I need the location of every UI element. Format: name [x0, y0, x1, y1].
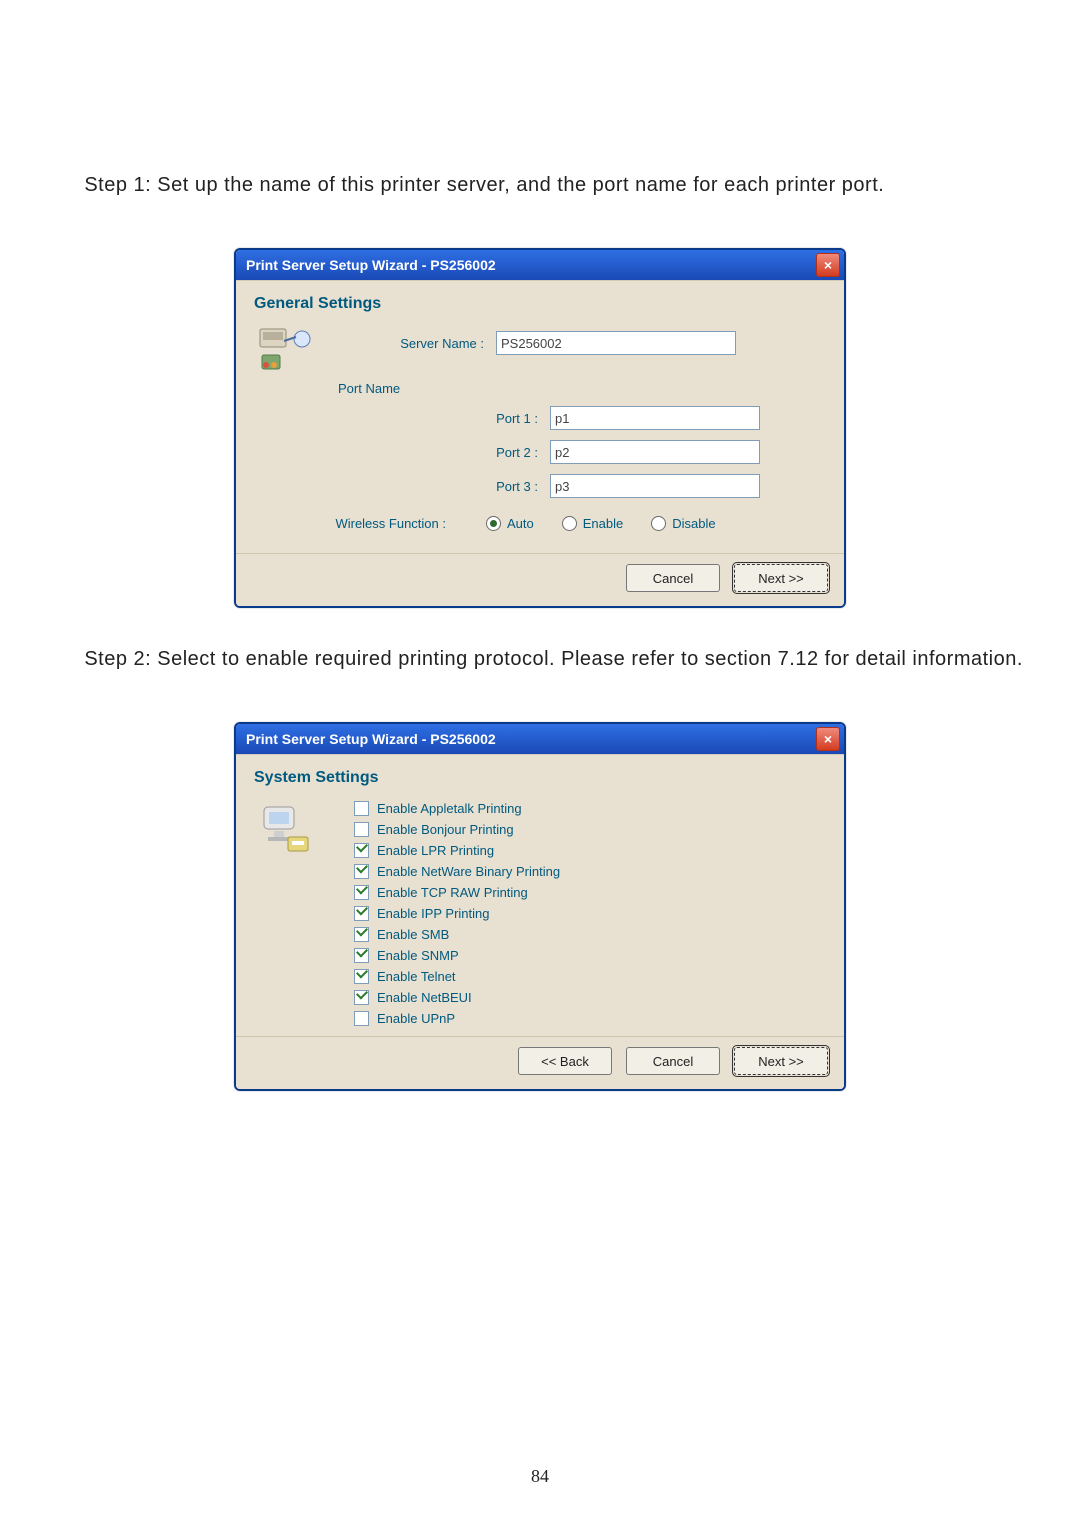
- checkbox-label: Enable NetBEUI: [377, 990, 472, 1005]
- checkbox-label: Enable IPP Printing: [377, 906, 490, 921]
- radio-option-enable[interactable]: Enable: [562, 516, 623, 531]
- radio-label-enable: Enable: [583, 516, 623, 531]
- section-title: General Settings: [236, 281, 844, 321]
- checkbox-icon: [354, 948, 369, 963]
- checkbox-item[interactable]: Enable NetBEUI: [354, 990, 560, 1005]
- checkbox-item[interactable]: Enable Telnet: [354, 969, 560, 984]
- radio-icon: [486, 516, 501, 531]
- checkbox-icon: [354, 885, 369, 900]
- checkbox-label: Enable LPR Printing: [377, 843, 494, 858]
- close-icon[interactable]: ×: [816, 253, 840, 277]
- radio-label-disable: Disable: [672, 516, 715, 531]
- checkbox-label: Enable TCP RAW Printing: [377, 885, 528, 900]
- checkbox-label: Enable UPnP: [377, 1011, 455, 1026]
- section-title: System Settings: [236, 755, 844, 795]
- checkbox-icon: [354, 864, 369, 879]
- next-button[interactable]: Next >>: [734, 1047, 828, 1075]
- checkbox-icon: [354, 927, 369, 942]
- printer-network-icon: [258, 325, 316, 373]
- page-number: 84: [0, 1466, 1080, 1487]
- checkbox-item[interactable]: Enable UPnP: [354, 1011, 560, 1026]
- next-button[interactable]: Next >>: [734, 564, 828, 592]
- checkbox-icon: [354, 822, 369, 837]
- radio-option-disable[interactable]: Disable: [651, 516, 715, 531]
- checkbox-item[interactable]: Enable NetWare Binary Printing: [354, 864, 560, 879]
- checkbox-label: Enable Bonjour Printing: [377, 822, 514, 837]
- checkbox-label: Enable Appletalk Printing: [377, 801, 522, 816]
- checkbox-icon: [354, 990, 369, 1005]
- port3-label: Port 3 :: [258, 479, 550, 494]
- dialog-panel: General Settings Server Name :: [236, 280, 844, 606]
- computer-printer-icon: [258, 801, 316, 859]
- dialog-title: Print Server Setup Wizard - PS256002: [246, 731, 496, 747]
- port1-label: Port 1 :: [258, 411, 550, 426]
- port2-label: Port 2 :: [258, 445, 550, 460]
- port3-input[interactable]: p3: [550, 474, 760, 498]
- checkbox-item[interactable]: Enable SNMP: [354, 948, 560, 963]
- close-icon[interactable]: ×: [816, 727, 840, 751]
- radio-option-auto[interactable]: Auto: [486, 516, 534, 531]
- port-name-heading: Port Name: [338, 381, 822, 396]
- step2-text: Step 2: Select to enable required printi…: [48, 644, 1032, 674]
- radio-icon: [562, 516, 577, 531]
- port1-input[interactable]: p1: [550, 406, 760, 430]
- checkbox-icon: [354, 906, 369, 921]
- checkbox-label: Enable Telnet: [377, 969, 456, 984]
- step1-text: Step 1: Set up the name of this printer …: [48, 170, 1032, 200]
- back-button[interactable]: << Back: [518, 1047, 612, 1075]
- checkbox-item[interactable]: Enable LPR Printing: [354, 843, 560, 858]
- server-name-label: Server Name :: [334, 336, 496, 351]
- checkbox-item[interactable]: Enable TCP RAW Printing: [354, 885, 560, 900]
- wizard-dialog-general: Print Server Setup Wizard - PS256002 × G…: [234, 248, 846, 608]
- radio-label-auto: Auto: [507, 516, 534, 531]
- cancel-button[interactable]: Cancel: [626, 1047, 720, 1075]
- checkbox-item[interactable]: Enable Bonjour Printing: [354, 822, 560, 837]
- wireless-label: Wireless Function :: [258, 516, 458, 531]
- dialog-panel: System Settings Enable Appletalk Printin…: [236, 754, 844, 1089]
- checkbox-label: Enable NetWare Binary Printing: [377, 864, 560, 879]
- radio-icon: [651, 516, 666, 531]
- wizard-dialog-system: Print Server Setup Wizard - PS256002 × S…: [234, 722, 846, 1091]
- checkbox-item[interactable]: Enable Appletalk Printing: [354, 801, 560, 816]
- checkbox-list: Enable Appletalk Printing Enable Bonjour …: [334, 801, 560, 1026]
- dialog-titlebar[interactable]: Print Server Setup Wizard - PS256002 ×: [236, 724, 844, 754]
- checkbox-label: Enable SMB: [377, 927, 449, 942]
- dialog-title: Print Server Setup Wizard - PS256002: [246, 257, 496, 273]
- cancel-button[interactable]: Cancel: [626, 564, 720, 592]
- checkbox-item[interactable]: Enable SMB: [354, 927, 560, 942]
- checkbox-icon: [354, 1011, 369, 1026]
- server-name-input[interactable]: PS256002: [496, 331, 736, 355]
- checkbox-label: Enable SNMP: [377, 948, 459, 963]
- checkbox-icon: [354, 843, 369, 858]
- checkbox-icon: [354, 801, 369, 816]
- checkbox-icon: [354, 969, 369, 984]
- checkbox-item[interactable]: Enable IPP Printing: [354, 906, 560, 921]
- dialog-titlebar[interactable]: Print Server Setup Wizard - PS256002 ×: [236, 250, 844, 280]
- port2-input[interactable]: p2: [550, 440, 760, 464]
